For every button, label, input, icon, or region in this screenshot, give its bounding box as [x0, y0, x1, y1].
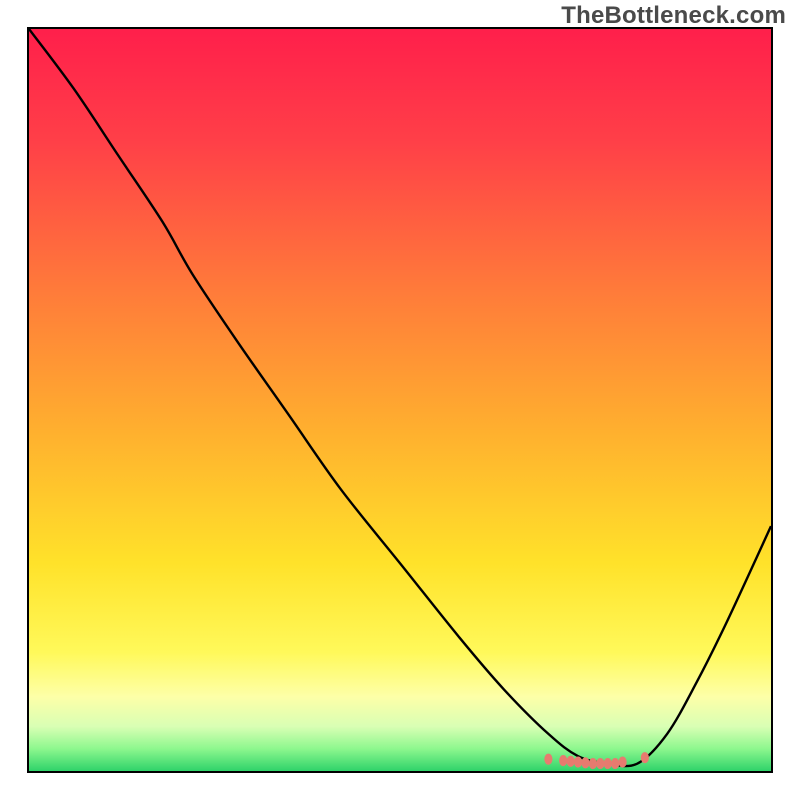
plot-area [27, 27, 773, 773]
optimal-range-points [29, 29, 771, 771]
chart-frame: TheBottleneck.com [0, 0, 800, 800]
watermark-text: TheBottleneck.com [561, 2, 786, 30]
